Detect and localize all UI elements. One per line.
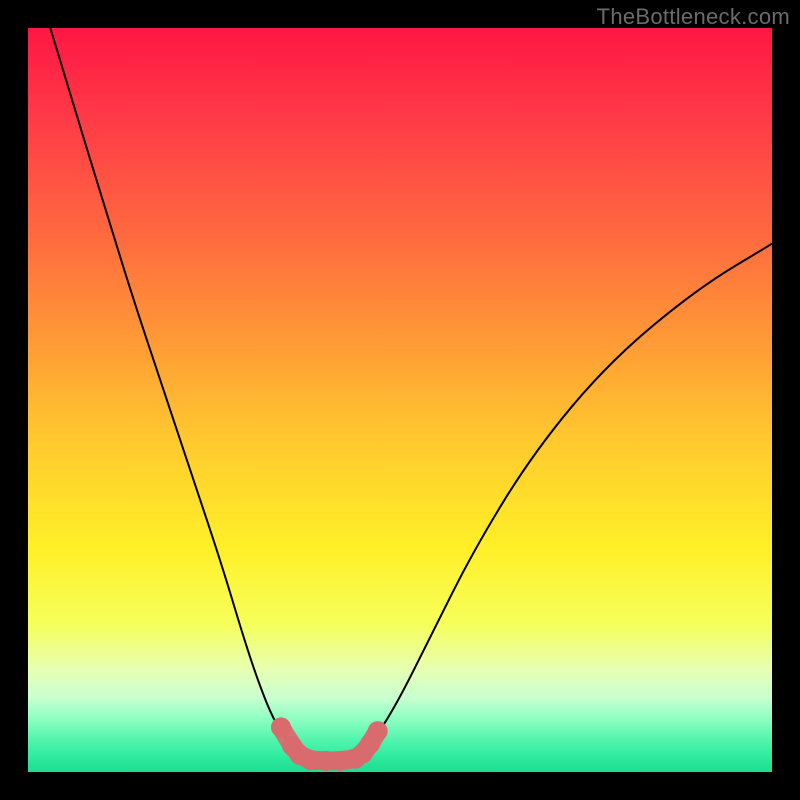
chart-plot-area: [28, 28, 772, 772]
watermark-text: TheBottleneck.com: [597, 4, 790, 30]
marker-dot: [271, 717, 291, 737]
chart-frame: TheBottleneck.com: [0, 0, 800, 800]
marker-dot: [368, 721, 388, 741]
chart-svg: [28, 28, 772, 772]
gradient-background: [28, 28, 772, 772]
